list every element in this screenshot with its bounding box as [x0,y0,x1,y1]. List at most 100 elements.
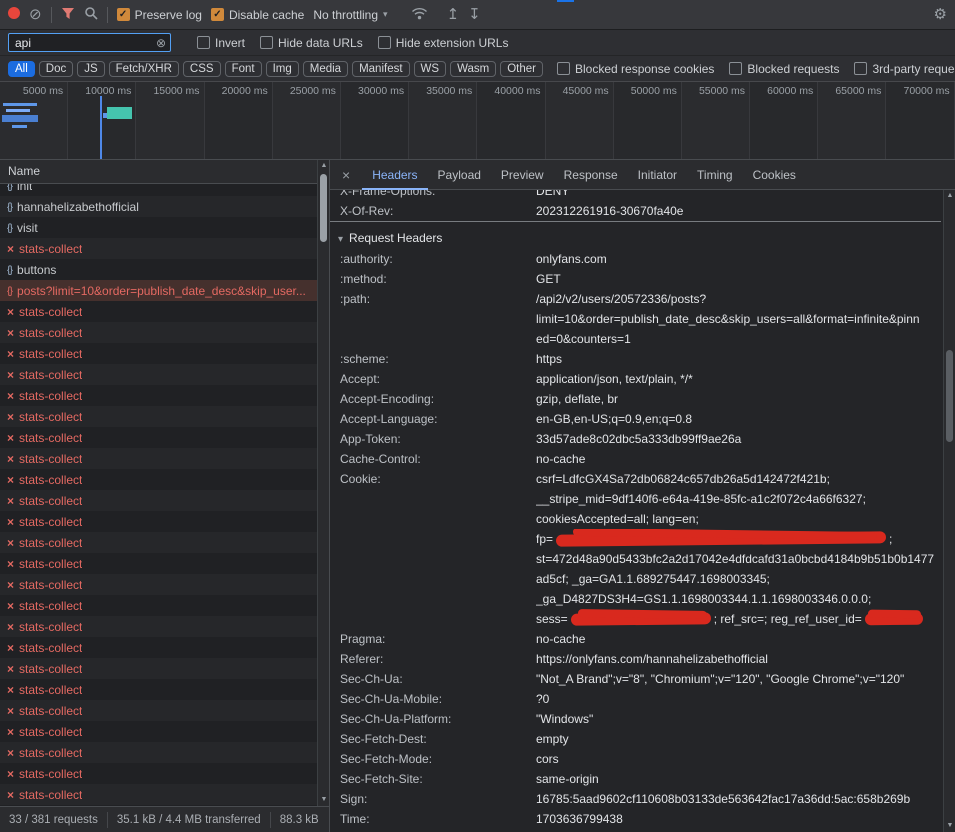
export-har-button[interactable]: ↧ [468,7,481,22]
checkbox-3rd-party-requests[interactable]: 3rd-party requests [854,62,955,76]
type-filter-chip-css[interactable]: CSS [183,61,221,77]
record-button[interactable] [8,7,20,22]
checkbox-label: 3rd-party requests [872,62,955,76]
request-row[interactable]: ×stats-collect [0,553,317,574]
request-row[interactable]: ×stats-collect [0,469,317,490]
request-name: stats-collect [19,788,82,802]
request-row[interactable]: {}visit [0,217,317,238]
type-filter-chip-font[interactable]: Font [225,61,262,77]
header-value: "Windows" [536,709,941,729]
checkbox-invert[interactable]: Invert [197,36,245,50]
clear-filter-icon[interactable]: ⊗ [156,36,166,50]
settings-gear-button[interactable]: ⚙ [934,7,947,22]
request-row[interactable]: ×stats-collect [0,511,317,532]
import-har-button[interactable]: ↥ [447,7,460,22]
preserve-log-checkbox[interactable]: ✓ Preserve log [117,8,202,22]
column-header-name[interactable]: Name [0,160,329,184]
request-row[interactable]: ×stats-collect [0,721,317,742]
filter-toggle-button[interactable] [61,7,75,23]
scrollbar-thumb[interactable] [320,174,327,242]
request-row[interactable]: ×stats-collect [0,490,317,511]
request-row[interactable]: ×stats-collect [0,574,317,595]
request-row[interactable]: ×stats-collect [0,322,317,343]
type-filter-chip-media[interactable]: Media [303,61,348,77]
filter-bar: api ⊗ Invert Hide data URLs Hide extension… [0,30,955,56]
type-filter-chip-doc[interactable]: Doc [39,61,73,77]
tab-initiator[interactable]: Initiator [628,160,687,190]
tab-payload[interactable]: Payload [428,160,491,190]
type-filter-chip-js[interactable]: JS [77,61,104,77]
header-value: csrf=LdfcGX4Sa72db06824c657db26a5d142472… [536,469,941,629]
type-filter-chip-manifest[interactable]: Manifest [352,61,409,77]
request-row[interactable]: ×stats-collect [0,301,317,322]
checkbox-hide-data-urls[interactable]: Hide data URLs [260,36,363,50]
checkbox-blocked-response-cookies[interactable]: Blocked response cookies [557,62,714,76]
request-row[interactable]: ×stats-collect [0,406,317,427]
details-tabs: HeadersPayloadPreviewResponseInitiatorTi… [362,160,806,189]
request-row[interactable]: {}init [0,184,317,196]
request-row[interactable]: {}buttons [0,259,317,280]
type-filter-chip-img[interactable]: Img [266,61,299,77]
request-row[interactable]: ×stats-collect [0,343,317,364]
checkbox-checked-icon: ✓ [117,8,130,21]
request-row[interactable]: ×stats-collect [0,679,317,700]
filter-input[interactable]: api ⊗ [8,33,171,52]
close-details-icon[interactable]: × [330,167,362,183]
network-main: Name {}init{}hannahelizabethofficial{}vi… [0,160,955,832]
request-row[interactable]: ×stats-collect [0,637,317,658]
header-key: Sec-Ch-Ua-Mobile: [340,689,536,709]
clear-network-log-button[interactable]: ⊘ [29,7,42,22]
tab-preview[interactable]: Preview [491,160,554,190]
request-row[interactable]: {}posts?limit=10&order=publish_date_desc… [0,280,317,301]
request-row[interactable]: ×stats-collect [0,616,317,637]
request-row[interactable]: ×stats-collect [0,385,317,406]
request-name: stats-collect [19,431,82,445]
request-row[interactable]: ×stats-collect [0,763,317,784]
timeline-tick-label: 50000 ms [631,85,677,97]
request-row[interactable]: ×stats-collect [0,448,317,469]
request-row[interactable]: {}hannahelizabethofficial [0,196,317,217]
checkbox-hide-extension-urls[interactable]: Hide extension URLs [378,36,509,50]
request-headers-section-header[interactable]: ▾ Request Headers [330,222,941,249]
request-row[interactable]: ×stats-collect [0,532,317,553]
type-filter-chip-wasm[interactable]: Wasm [450,61,496,77]
tab-headers[interactable]: Headers [362,160,427,190]
request-row[interactable]: ×stats-collect [0,238,317,259]
request-name: stats-collect [19,767,82,781]
request-list-scrollbar[interactable]: ▲ ▼ [317,160,329,806]
scroll-up-icon[interactable]: ▲ [944,190,955,202]
tab-timing[interactable]: Timing [687,160,743,190]
scroll-down-icon[interactable]: ▼ [318,794,329,806]
request-row[interactable]: ×stats-collect [0,742,317,763]
request-row[interactable]: ×stats-collect [0,595,317,616]
type-filter-chip-ws[interactable]: WS [414,61,447,77]
request-row[interactable]: ×stats-collect [0,700,317,721]
type-filter-chip-all[interactable]: All [8,61,35,77]
type-filter-chip-other[interactable]: Other [500,61,543,77]
scroll-down-icon[interactable]: ▼ [944,820,955,832]
request-name: buttons [17,263,56,277]
type-filter-chip-fetch-xhr[interactable]: Fetch/XHR [109,61,179,77]
disable-cache-checkbox[interactable]: ✓ Disable cache [211,8,304,22]
header-value: gzip, deflate, br [536,389,941,409]
request-row[interactable]: ×stats-collect [0,364,317,385]
throttling-dropdown[interactable]: No throttling ▾ [313,8,387,22]
checkbox-unchecked-icon [260,36,273,49]
tab-cookies[interactable]: Cookies [743,160,806,190]
timeline-overview[interactable]: 5000 ms10000 ms15000 ms20000 ms25000 ms3… [0,82,955,160]
search-button[interactable] [84,6,98,23]
scrollbar-thumb[interactable] [946,350,953,442]
tab-response[interactable]: Response [554,160,628,190]
checkbox-blocked-requests[interactable]: Blocked requests [729,62,839,76]
details-scrollbar[interactable]: ▲ ▼ [943,190,955,832]
request-row[interactable]: ×stats-collect [0,784,317,805]
scroll-up-icon[interactable]: ▲ [318,160,329,172]
header-value: 16785:5aad9602cf110608b03133de563642fac1… [536,789,941,809]
waterfall-bar [6,109,30,112]
request-error-icon: × [7,725,14,739]
request-row[interactable]: ×stats-collect [0,427,317,448]
request-row[interactable]: ×stats-collect [0,658,317,679]
network-conditions-button[interactable] [411,7,428,23]
request-name: init [17,184,32,193]
type-filter-chips: AllDocJS Fetch/XHRCSSFontImgMediaManifest… [8,61,547,77]
